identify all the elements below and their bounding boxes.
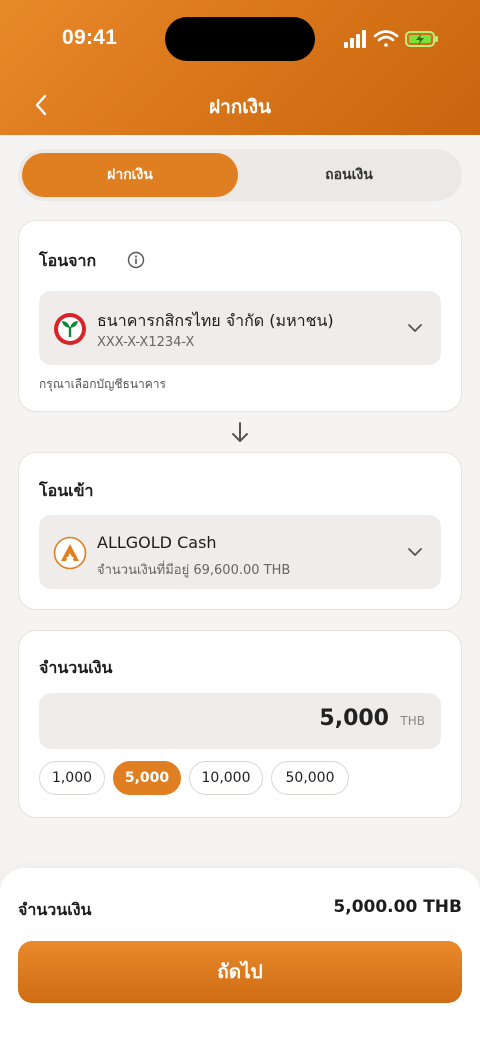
source-account-helper: กรุณาเลือกบัญชีธนาคาร [39, 377, 166, 391]
tab-deposit[interactable]: ฝากเงิน [22, 153, 238, 197]
quick-amount-chip[interactable]: 50,000 [271, 761, 349, 795]
destination-account-balance: จำนวนเงินที่มีอยู่ 69,600.00 THB [97, 563, 291, 578]
total-label: จำนวนเงิน [18, 900, 92, 919]
status-icons [344, 30, 438, 48]
page-title: ฝากเงิน [208, 96, 272, 118]
kbank-logo-icon [54, 313, 86, 345]
transfer-to-title: โอนเข้า [39, 481, 94, 500]
source-account-selector[interactable]: ธนาคารกสิกรไทย จำกัด (มหาชน) XXX-X-X1234… [39, 291, 441, 365]
amount-card: จำนวนเงิน 5,000 THB 1,000 5,000 10,000 5… [18, 630, 462, 818]
signal-icon [344, 30, 366, 48]
arrow-down-icon [232, 422, 248, 442]
quick-amount-chip[interactable]: 10,000 [189, 761, 263, 795]
source-account-number: XXX-X-X1234-X [97, 335, 195, 350]
destination-account-selector[interactable]: ALLGOLD Cash จำนวนเงินที่มีอยู่ 69,600.0… [39, 515, 441, 589]
quick-amount-chip-selected[interactable]: 5,000 [113, 761, 181, 795]
tab-withdraw[interactable]: ถอนเงิน [240, 153, 458, 197]
header: 09:41 ฝากเงิน [0, 0, 480, 135]
destination-account-name: ALLGOLD Cash [97, 533, 217, 552]
chevron-down-icon [408, 324, 422, 332]
amount-input[interactable]: 5,000 THB [39, 693, 441, 749]
next-button[interactable]: ถัดไป [18, 941, 462, 1003]
status-time: 09:41 [62, 26, 118, 49]
battery-icon [405, 31, 438, 47]
wifi-icon [373, 30, 399, 47]
quick-amount-chip[interactable]: 1,000 [39, 761, 105, 795]
bottom-summary: จำนวนเงิน 5,000.00 THB ถัดไป [0, 868, 480, 1044]
amount-title: จำนวนเงิน [39, 658, 113, 677]
transfer-from-card: โอนจาก ธนาคารกสิกรไทย จำกัด (มหาชน) XXX-… [18, 220, 462, 412]
amount-unit: THB [400, 714, 425, 728]
info-icon[interactable] [127, 251, 145, 269]
amount-value: 5,000 [319, 706, 389, 731]
total-value: 5,000.00 THB [333, 897, 462, 917]
allgold-logo-icon [53, 536, 87, 570]
transfer-from-title: โอนจาก [39, 251, 97, 270]
dynamic-island [165, 17, 315, 61]
transfer-to-card: โอนเข้า ALLGOLD Cash จำนวนเงินที่มีอยู่ … [18, 452, 462, 610]
source-account-name: ธนาคารกสิกรไทย จำกัด (มหาชน) [97, 311, 334, 330]
quick-amounts: 1,000 5,000 10,000 50,000 [39, 761, 441, 797]
chevron-down-icon [408, 548, 422, 556]
deposit-withdraw-toggle: ฝากเงิน ถอนเงิน [18, 149, 462, 201]
